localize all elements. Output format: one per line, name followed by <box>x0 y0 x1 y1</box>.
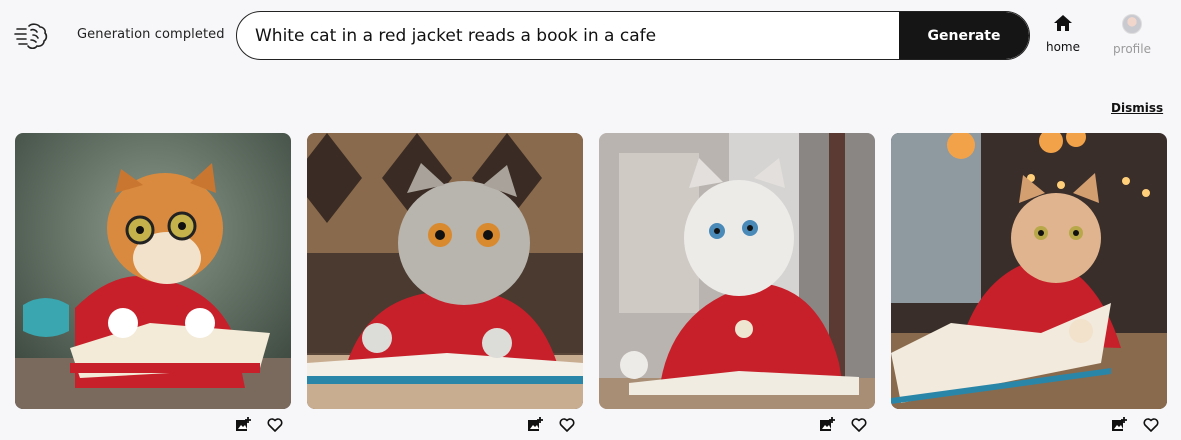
nav-home[interactable]: home <box>1038 14 1088 54</box>
image-actions <box>819 416 867 434</box>
result-card <box>599 133 875 432</box>
nav-profile-label: profile <box>1113 42 1151 56</box>
dismiss-link[interactable]: Dismiss <box>1111 101 1163 115</box>
brain-logo-icon[interactable] <box>14 18 50 54</box>
image-actions <box>1111 416 1159 434</box>
generation-status: Generation completed <box>77 27 225 42</box>
add-image-icon[interactable] <box>819 417 835 433</box>
image-actions <box>527 416 575 434</box>
heart-icon[interactable] <box>851 417 867 433</box>
result-card <box>307 133 583 432</box>
home-icon <box>1053 15 1073 36</box>
prompt-search-bar: Generate <box>236 11 1030 60</box>
result-card <box>15 133 291 432</box>
image-actions <box>235 416 283 434</box>
nav-profile[interactable]: profile <box>1107 14 1157 56</box>
prompt-input[interactable] <box>237 12 901 59</box>
generated-image[interactable] <box>891 133 1167 409</box>
generated-image[interactable] <box>599 133 875 409</box>
avatar <box>1122 14 1142 34</box>
result-card <box>891 133 1167 432</box>
generate-button[interactable]: Generate <box>899 12 1029 59</box>
generated-image[interactable] <box>307 133 583 409</box>
top-bar: Generation completed Generate home profi… <box>0 0 1181 72</box>
nav-home-label: home <box>1045 40 1081 54</box>
generated-image[interactable] <box>15 133 291 409</box>
add-image-icon[interactable] <box>235 417 251 433</box>
heart-icon[interactable] <box>267 417 283 433</box>
add-image-icon[interactable] <box>527 417 543 433</box>
heart-icon[interactable] <box>1143 417 1159 433</box>
add-image-icon[interactable] <box>1111 417 1127 433</box>
heart-icon[interactable] <box>559 417 575 433</box>
